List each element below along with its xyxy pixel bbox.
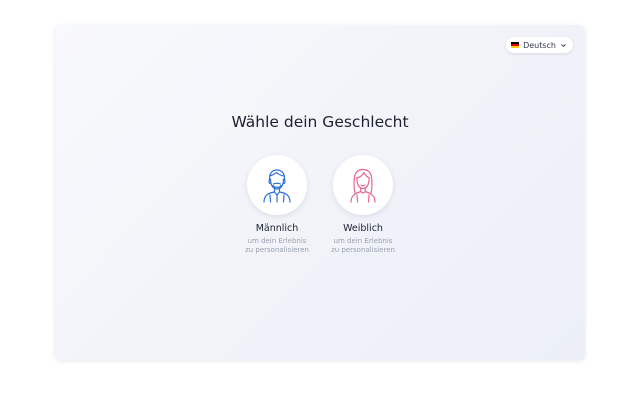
description-line: zu personalisieren	[245, 245, 309, 254]
gender-option-female-label: Weiblich	[343, 223, 383, 234]
male-avatar-circle[interactable]	[247, 155, 307, 215]
gender-option-male-description: um dein Erlebnis zu personalisieren	[245, 237, 309, 254]
language-selector-label: Deutsch	[523, 40, 556, 50]
language-selector[interactable]: Deutsch	[506, 37, 573, 53]
german-flag-icon	[511, 42, 520, 48]
description-line: um dein Erlebnis	[333, 237, 393, 245]
gender-selection-card: Deutsch Wähle dein Geschlecht Männlich u…	[55, 25, 585, 360]
description-line: um dein Erlebnis	[247, 237, 307, 245]
gender-option-male-label: Männlich	[255, 223, 299, 234]
male-avatar-icon	[263, 169, 291, 203]
female-avatar-circle[interactable]	[333, 155, 393, 215]
description-line: zu personalisieren	[331, 245, 395, 254]
gender-option-female-description: um dein Erlebnis zu personalisieren	[331, 237, 395, 254]
gender-option-female[interactable]: Weiblich um dein Erlebnis zu personalisi…	[318, 155, 408, 254]
female-avatar-icon	[350, 168, 376, 203]
chevron-down-icon	[561, 43, 566, 47]
gender-option-male[interactable]: Männlich um dein Erlebnis zu personalisi…	[232, 155, 322, 254]
page-title: Wähle dein Geschlecht	[231, 113, 409, 131]
